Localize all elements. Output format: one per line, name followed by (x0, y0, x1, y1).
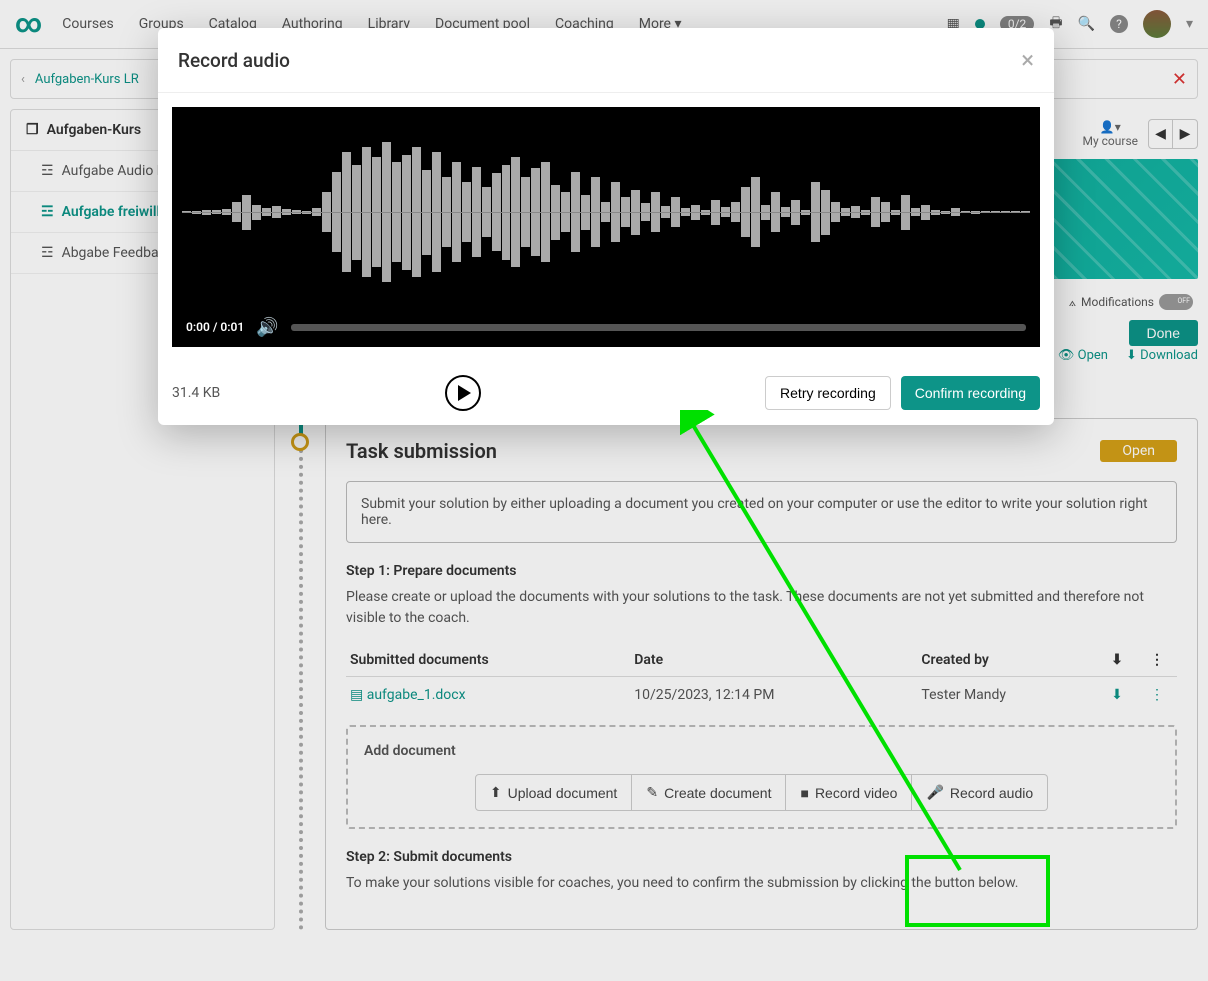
waveform-display: 0:00 / 0:01 🔊 (172, 107, 1040, 347)
file-size: 31.4 KB (172, 385, 220, 401)
audio-progress-bar[interactable] (291, 324, 1026, 331)
record-audio-modal: Record audio × 0:00 / 0:01 🔊 31.4 KB Ret… (158, 28, 1054, 425)
confirm-recording-button[interactable]: Confirm recording (901, 376, 1040, 410)
volume-icon[interactable]: 🔊 (256, 317, 278, 338)
retry-recording-button[interactable]: Retry recording (765, 376, 891, 410)
play-button[interactable] (445, 375, 481, 411)
play-icon (458, 385, 471, 401)
modal-title: Record audio (178, 49, 290, 72)
modal-close-icon[interactable]: × (1021, 46, 1034, 74)
audio-time: 0:00 / 0:01 (186, 320, 244, 334)
